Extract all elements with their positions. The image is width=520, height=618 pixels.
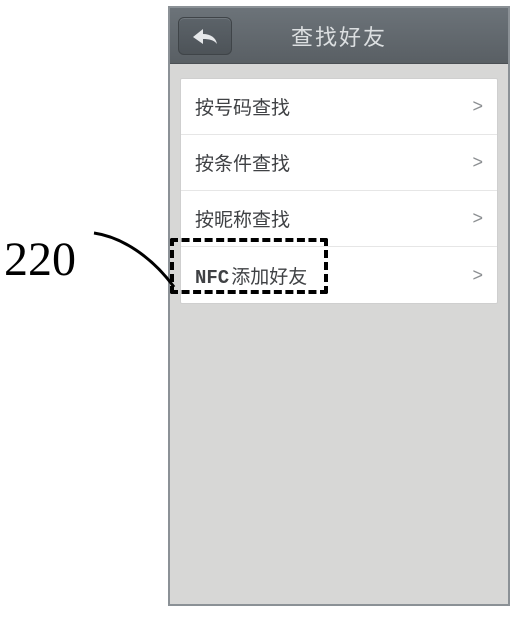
chevron-right-icon: > (472, 152, 483, 173)
search-by-number-row[interactable]: 按号码查找 > (181, 79, 497, 135)
search-by-condition-row[interactable]: 按条件查找 > (181, 135, 497, 191)
chevron-right-icon: > (472, 208, 483, 229)
back-arrow-icon (191, 27, 219, 45)
row-label: NFC添加好友 (195, 262, 307, 289)
title-bar: 查找好友 (170, 8, 508, 64)
phone-frame: 查找好友 按号码查找 > 按条件查找 > 按昵称查找 > NFC添加好友 > (168, 6, 510, 606)
row-label: 按号码查找 (195, 93, 290, 120)
chevron-right-icon: > (472, 265, 483, 286)
annotation-label: 220 (4, 232, 76, 287)
nfc-prefix: NFC (195, 267, 229, 289)
annotation-leader-line (92, 227, 178, 297)
row-label: 按条件查找 (195, 149, 290, 176)
nfc-label-text: 添加好友 (231, 267, 307, 288)
nfc-add-friend-row[interactable]: NFC添加好友 > (181, 247, 497, 303)
chevron-right-icon: > (472, 96, 483, 117)
back-button[interactable] (178, 17, 232, 55)
search-options-list: 按号码查找 > 按条件查找 > 按昵称查找 > NFC添加好友 > (180, 78, 498, 304)
phone-screen: 查找好友 按号码查找 > 按条件查找 > 按昵称查找 > NFC添加好友 > (170, 8, 508, 604)
search-by-nickname-row[interactable]: 按昵称查找 > (181, 191, 497, 247)
row-label: 按昵称查找 (195, 205, 290, 232)
